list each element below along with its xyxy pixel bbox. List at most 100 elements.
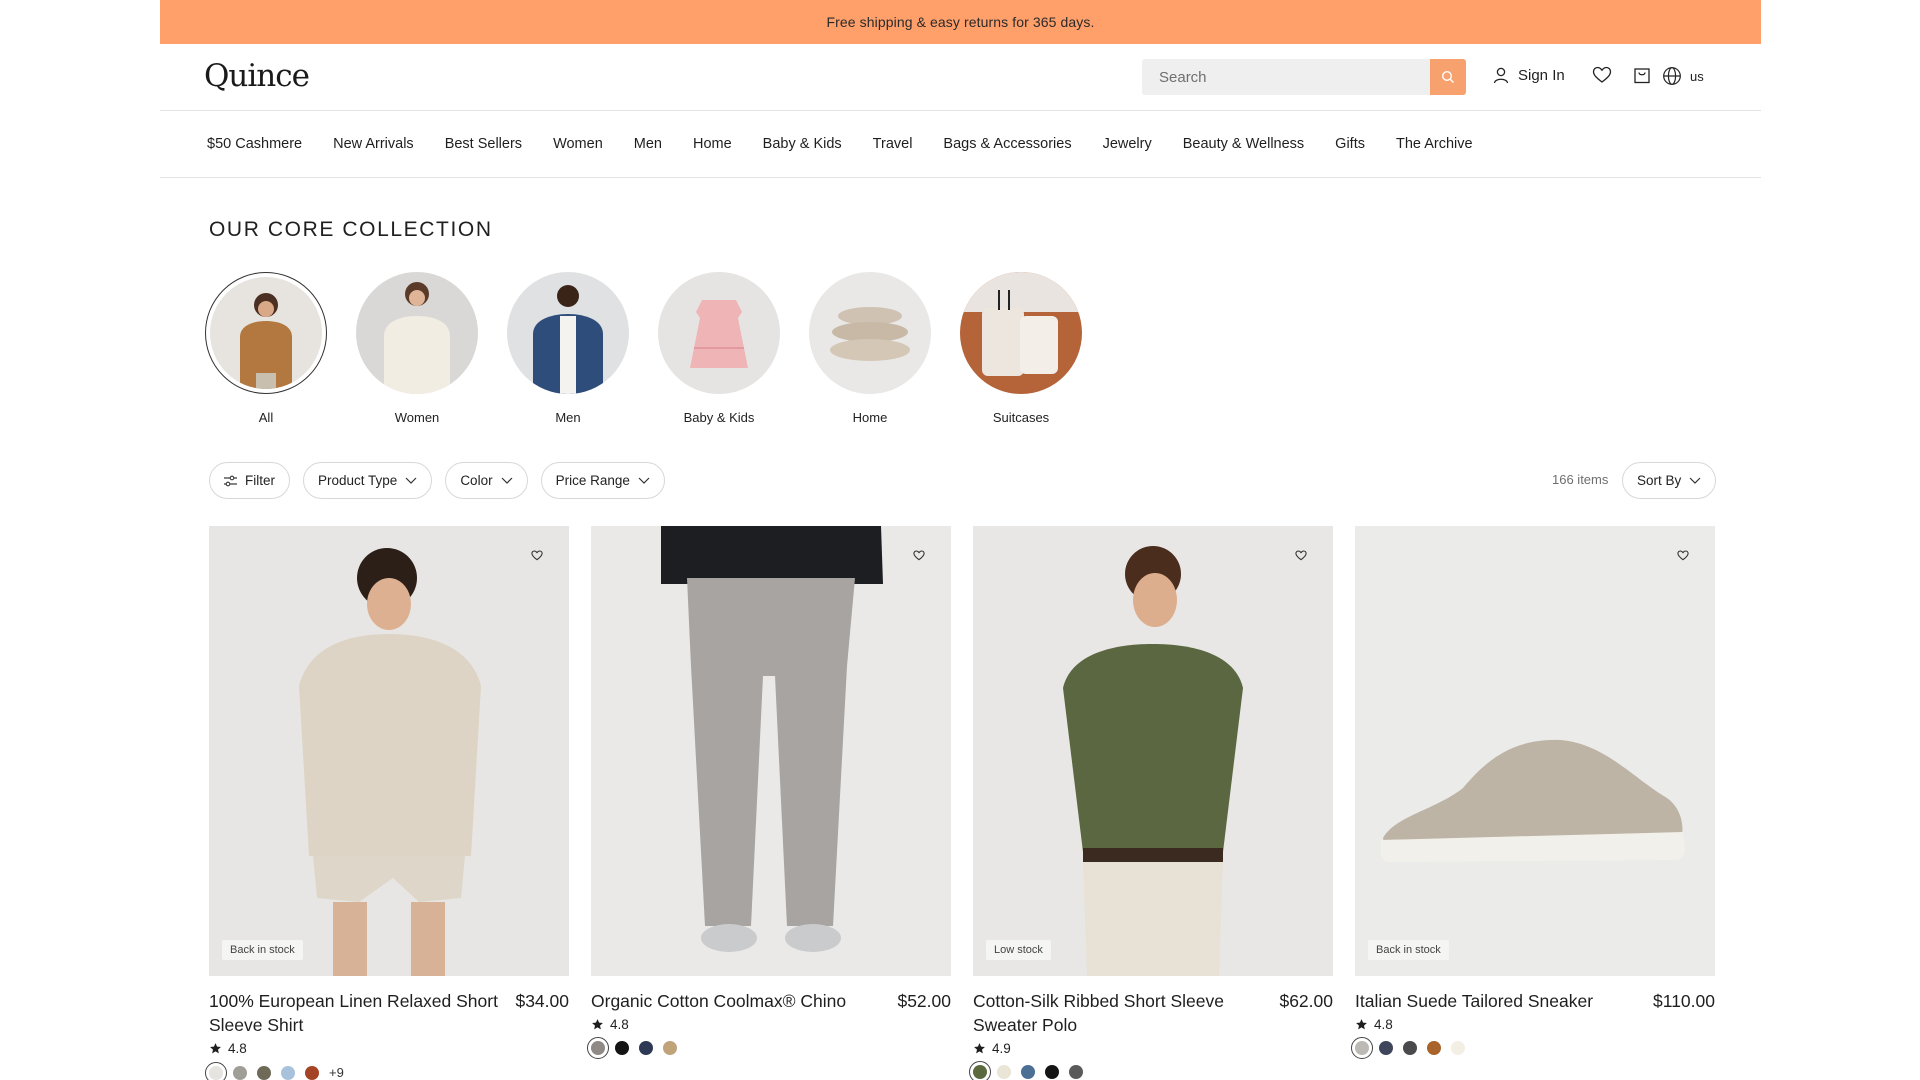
sign-in-link[interactable]: Sign In xyxy=(1492,66,1565,84)
search-button[interactable] xyxy=(1430,59,1466,95)
more-colors[interactable]: +9 xyxy=(329,1065,344,1080)
heart-icon xyxy=(1592,66,1612,83)
price-range-dropdown[interactable]: Price Range xyxy=(540,462,665,499)
page-title: OUR CORE COLLECTION xyxy=(209,218,493,241)
color-swatch[interactable] xyxy=(663,1041,677,1055)
filter-button[interactable]: Filter xyxy=(209,462,290,499)
nav-archive[interactable]: The Archive xyxy=(1396,136,1473,152)
product-grid: Back in stock 100% European Linen Relaxe… xyxy=(205,526,1715,1080)
heart-icon[interactable] xyxy=(531,550,543,561)
nav-home[interactable]: Home xyxy=(693,136,732,152)
search-input[interactable] xyxy=(1142,59,1422,95)
nav-men[interactable]: Men xyxy=(634,136,662,152)
product-card[interactable]: Organic Cotton Coolmax® Chino $52.00 4.8 xyxy=(587,526,951,1080)
item-count: 166 items xyxy=(1552,472,1609,487)
color-swatch[interactable] xyxy=(305,1065,319,1080)
filter-bar: Filter Product Type Color Price Range xyxy=(209,462,665,499)
sort-by-dropdown[interactable]: Sort By xyxy=(1622,462,1717,499)
color-swatch[interactable] xyxy=(233,1065,247,1080)
color-swatch[interactable] xyxy=(281,1065,295,1080)
color-swatch[interactable] xyxy=(615,1041,629,1055)
product-card[interactable]: Low stock Cotton-Silk Ribbed Short Sleev… xyxy=(969,526,1333,1080)
color-swatches xyxy=(969,1061,1333,1080)
stock-badge: Low stock xyxy=(986,940,1051,960)
category-image xyxy=(960,272,1082,394)
wishlist-button[interactable] xyxy=(1592,66,1612,84)
product-type-label: Product Type xyxy=(318,473,398,488)
category-home[interactable]: Home xyxy=(809,272,931,425)
heart-icon[interactable] xyxy=(1295,550,1307,561)
color-swatch[interactable] xyxy=(1069,1065,1083,1079)
color-swatch[interactable] xyxy=(257,1065,271,1080)
star-icon xyxy=(1356,1019,1367,1030)
nav-new-arrivals[interactable]: New Arrivals xyxy=(333,136,414,152)
product-rating: 4.8 xyxy=(591,1017,951,1032)
logo[interactable]: Quince xyxy=(204,58,310,94)
nav-jewelry[interactable]: Jewelry xyxy=(1103,136,1152,152)
category-image xyxy=(507,272,629,394)
sort-by-label: Sort By xyxy=(1637,473,1682,488)
sliders-icon xyxy=(224,475,237,486)
product-price: $34.00 xyxy=(515,991,569,1011)
category-baby-kids[interactable]: Baby & Kids xyxy=(658,272,780,425)
region-selector[interactable]: us xyxy=(1662,66,1704,86)
nav-bags-accessories[interactable]: Bags & Accessories xyxy=(943,136,1071,152)
category-circle xyxy=(809,272,931,394)
category-image xyxy=(809,272,931,394)
rating-value: 4.8 xyxy=(228,1041,247,1056)
category-label: Home xyxy=(852,410,888,425)
product-type-dropdown[interactable]: Product Type xyxy=(303,462,433,499)
category-label: Baby & Kids xyxy=(683,410,755,425)
color-swatch[interactable] xyxy=(1021,1065,1035,1079)
color-swatch[interactable] xyxy=(1403,1041,1417,1055)
product-price: $62.00 xyxy=(1279,991,1333,1011)
color-swatch[interactable] xyxy=(1451,1041,1465,1055)
category-circle xyxy=(658,272,780,394)
category-circle xyxy=(205,272,327,394)
product-card[interactable]: Back in stock 100% European Linen Relaxe… xyxy=(205,526,569,1080)
product-card[interactable]: Back in stock Italian Suede Tailored Sne… xyxy=(1351,526,1715,1080)
color-swatch[interactable] xyxy=(587,1037,609,1059)
color-dropdown[interactable]: Color xyxy=(445,462,528,499)
color-swatch[interactable] xyxy=(1351,1037,1373,1059)
product-rating: 4.8 xyxy=(1355,1017,1715,1032)
product-info: 100% European Linen Relaxed Short Sleeve… xyxy=(209,989,569,1037)
color-swatch[interactable] xyxy=(997,1065,1011,1079)
color-swatch[interactable] xyxy=(1427,1041,1441,1055)
cart-button[interactable] xyxy=(1633,66,1651,84)
product-name[interactable]: Cotton-Silk Ribbed Short Sleeve Sweater … xyxy=(973,989,1263,1037)
color-swatch[interactable] xyxy=(1379,1041,1393,1055)
heart-icon[interactable] xyxy=(1677,550,1689,561)
product-rating: 4.8 xyxy=(209,1041,569,1056)
nav-travel[interactable]: Travel xyxy=(873,136,913,152)
product-image[interactable]: Low stock xyxy=(973,526,1333,976)
product-rating: 4.9 xyxy=(973,1041,1333,1056)
nav-baby-kids[interactable]: Baby & Kids xyxy=(763,136,842,152)
product-image[interactable] xyxy=(591,526,951,976)
color-swatch[interactable] xyxy=(969,1061,991,1080)
nav-best-sellers[interactable]: Best Sellers xyxy=(445,136,522,152)
category-men[interactable]: Men xyxy=(507,272,629,425)
product-image[interactable]: Back in stock xyxy=(209,526,569,976)
category-suitcases[interactable]: Suitcases xyxy=(960,272,1082,425)
nav-beauty-wellness[interactable]: Beauty & Wellness xyxy=(1183,136,1304,152)
nav-women[interactable]: Women xyxy=(553,136,603,152)
category-women[interactable]: Women xyxy=(356,272,478,425)
category-all[interactable]: All xyxy=(205,272,327,425)
product-name[interactable]: Italian Suede Tailored Sneaker xyxy=(1355,989,1593,1013)
sign-in-label: Sign In xyxy=(1518,66,1565,84)
product-image[interactable]: Back in stock xyxy=(1355,526,1715,976)
chevron-down-icon xyxy=(638,477,650,484)
nav-gifts[interactable]: Gifts xyxy=(1335,136,1365,152)
category-image xyxy=(210,277,322,389)
product-name[interactable]: Organic Cotton Coolmax® Chino xyxy=(591,989,846,1013)
nav-cashmere[interactable]: $50 Cashmere xyxy=(207,136,302,152)
product-name[interactable]: 100% European Linen Relaxed Short Sleeve… xyxy=(209,989,499,1037)
color-swatch[interactable] xyxy=(205,1061,227,1080)
filter-label: Filter xyxy=(245,473,275,488)
color-swatch[interactable] xyxy=(639,1041,653,1055)
heart-icon[interactable] xyxy=(913,550,925,561)
search-icon xyxy=(1441,70,1454,83)
category-label: Women xyxy=(394,410,440,425)
color-swatch[interactable] xyxy=(1045,1065,1059,1079)
